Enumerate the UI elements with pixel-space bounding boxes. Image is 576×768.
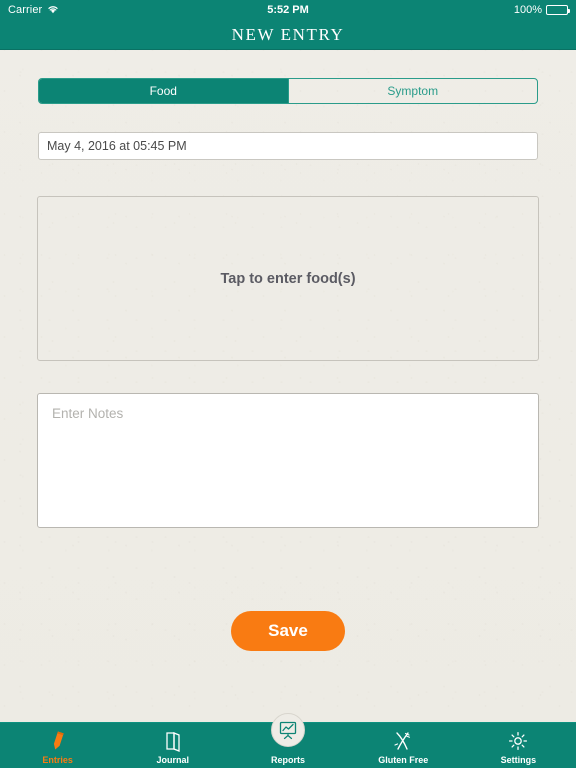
segment-symptom[interactable]: Symptom — [287, 79, 538, 103]
battery-percent-label: 100% — [513, 4, 542, 16]
notes-field[interactable]: Enter Notes — [37, 393, 539, 528]
gear-icon — [507, 729, 529, 753]
tab-gluten-free-label: Gluten Free — [378, 755, 429, 765]
entry-type-segmented-control[interactable]: Food Symptom — [38, 78, 538, 104]
pencil-icon — [48, 729, 68, 753]
status-bar-right: 100% — [513, 4, 570, 16]
date-time-value: May 4, 2016 at 05:45 PM — [47, 139, 187, 153]
segment-food[interactable]: Food — [39, 79, 288, 103]
date-time-field[interactable]: May 4, 2016 at 05:45 PM — [38, 132, 538, 160]
main-content: Food Symptom May 4, 2016 at 05:45 PM Tap… — [0, 51, 576, 722]
book-icon — [163, 729, 183, 753]
food-entry-box[interactable]: Tap to enter food(s) — [37, 196, 539, 361]
notes-placeholder: Enter Notes — [52, 406, 124, 421]
wheat-crossed-icon — [392, 729, 414, 753]
tab-settings[interactable]: Settings — [461, 723, 576, 768]
tab-journal[interactable]: Journal — [115, 723, 230, 768]
status-bar-time: 5:52 PM — [267, 4, 309, 16]
status-bar: Carrier 5:52 PM 100% — [0, 0, 576, 20]
chart-easel-icon — [271, 713, 305, 747]
tab-settings-label: Settings — [500, 755, 537, 765]
tab-bar: Entries Journal Reports Gluten Free Sett… — [0, 713, 576, 768]
tab-journal-label: Journal — [156, 755, 190, 765]
app-root: Carrier 5:52 PM 100% NEW ENTRY Food Symp… — [0, 0, 576, 768]
page-title: NEW ENTRY — [231, 24, 345, 44]
food-entry-prompt: Tap to enter food(s) — [220, 270, 356, 287]
battery-full-icon — [546, 5, 570, 15]
tab-reports[interactable]: Reports — [230, 713, 345, 768]
tab-entries[interactable]: Entries — [0, 723, 115, 768]
tab-reports-label: Reports — [271, 755, 306, 765]
tab-entries-label: Entries — [42, 755, 73, 765]
tab-gluten-free[interactable]: Gluten Free — [346, 723, 461, 768]
save-button[interactable]: Save — [231, 611, 345, 651]
navigation-bar: NEW ENTRY — [0, 20, 576, 50]
